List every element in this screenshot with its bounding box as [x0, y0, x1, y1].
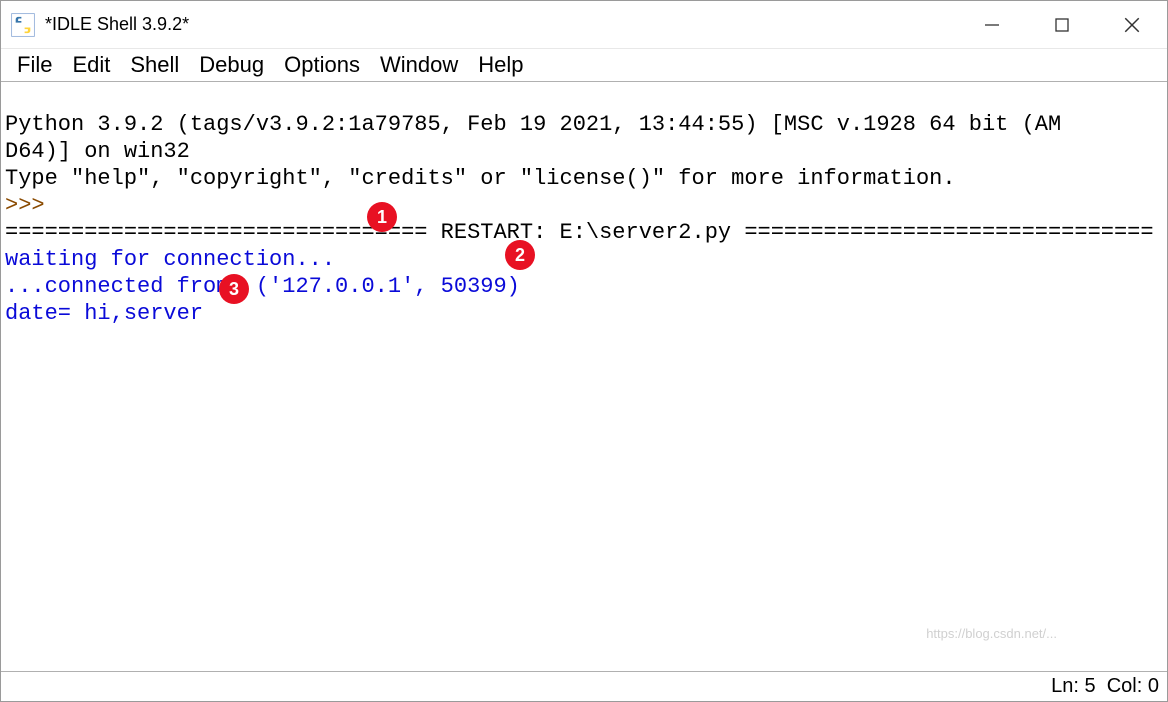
shell-scroll[interactable]: Python 3.9.2 (tags/v3.9.2:1a79785, Feb 1…: [1, 82, 1167, 671]
menu-file[interactable]: File: [7, 50, 62, 80]
shell-area: Python 3.9.2 (tags/v3.9.2:1a79785, Feb 1…: [1, 81, 1167, 671]
title-bar[interactable]: *IDLE Shell 3.9.2*: [1, 1, 1167, 49]
banner-line: Type "help", "copyright", "credits" or "…: [5, 166, 956, 191]
minimize-button[interactable]: [957, 1, 1027, 48]
menu-debug[interactable]: Debug: [189, 50, 274, 80]
menu-options[interactable]: Options: [274, 50, 370, 80]
output-line: date= hi,server: [5, 301, 203, 326]
annotation-bubble-2: 2: [505, 240, 535, 270]
prompt: >>>: [5, 193, 58, 218]
menu-edit[interactable]: Edit: [62, 50, 120, 80]
menu-window[interactable]: Window: [370, 50, 468, 80]
maximize-button[interactable]: [1027, 1, 1097, 48]
status-ln-value: 5: [1084, 675, 1095, 698]
status-col-label: Col:: [1107, 675, 1143, 698]
menu-shell[interactable]: Shell: [120, 50, 189, 80]
output-line: waiting for connection...: [5, 247, 335, 272]
output-line: ...connected from: ('127.0.0.1', 50399): [5, 274, 520, 299]
idle-window: *IDLE Shell 3.9.2* File Edit Shell Debug…: [0, 0, 1168, 702]
restart-line: ================================ RESTART…: [5, 220, 1154, 245]
status-bar: Ln: 5 Col: 0: [1, 671, 1167, 701]
banner-line: Python 3.9.2 (tags/v3.9.2:1a79785, Feb 1…: [5, 112, 1061, 137]
annotation-bubble-1: 1: [367, 202, 397, 232]
menu-help[interactable]: Help: [468, 50, 533, 80]
banner-line: D64)] on win32: [5, 139, 190, 164]
window-title: *IDLE Shell 3.9.2*: [45, 14, 189, 35]
close-button[interactable]: [1097, 1, 1167, 48]
status-ln-label: Ln:: [1051, 675, 1079, 698]
shell-text[interactable]: Python 3.9.2 (tags/v3.9.2:1a79785, Feb 1…: [1, 82, 1167, 358]
menu-bar: File Edit Shell Debug Options Window Hel…: [1, 49, 1167, 81]
status-col-value: 0: [1148, 675, 1159, 698]
app-icon: [1, 12, 45, 38]
annotation-bubble-3: 3: [219, 274, 249, 304]
